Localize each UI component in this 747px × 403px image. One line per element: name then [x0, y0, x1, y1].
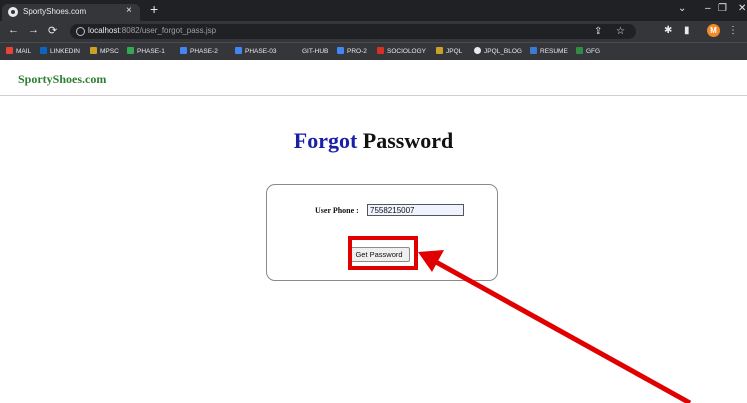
annotation-arrow — [418, 250, 692, 403]
arrow-head — [418, 250, 444, 272]
arrow-shaft — [434, 259, 692, 403]
